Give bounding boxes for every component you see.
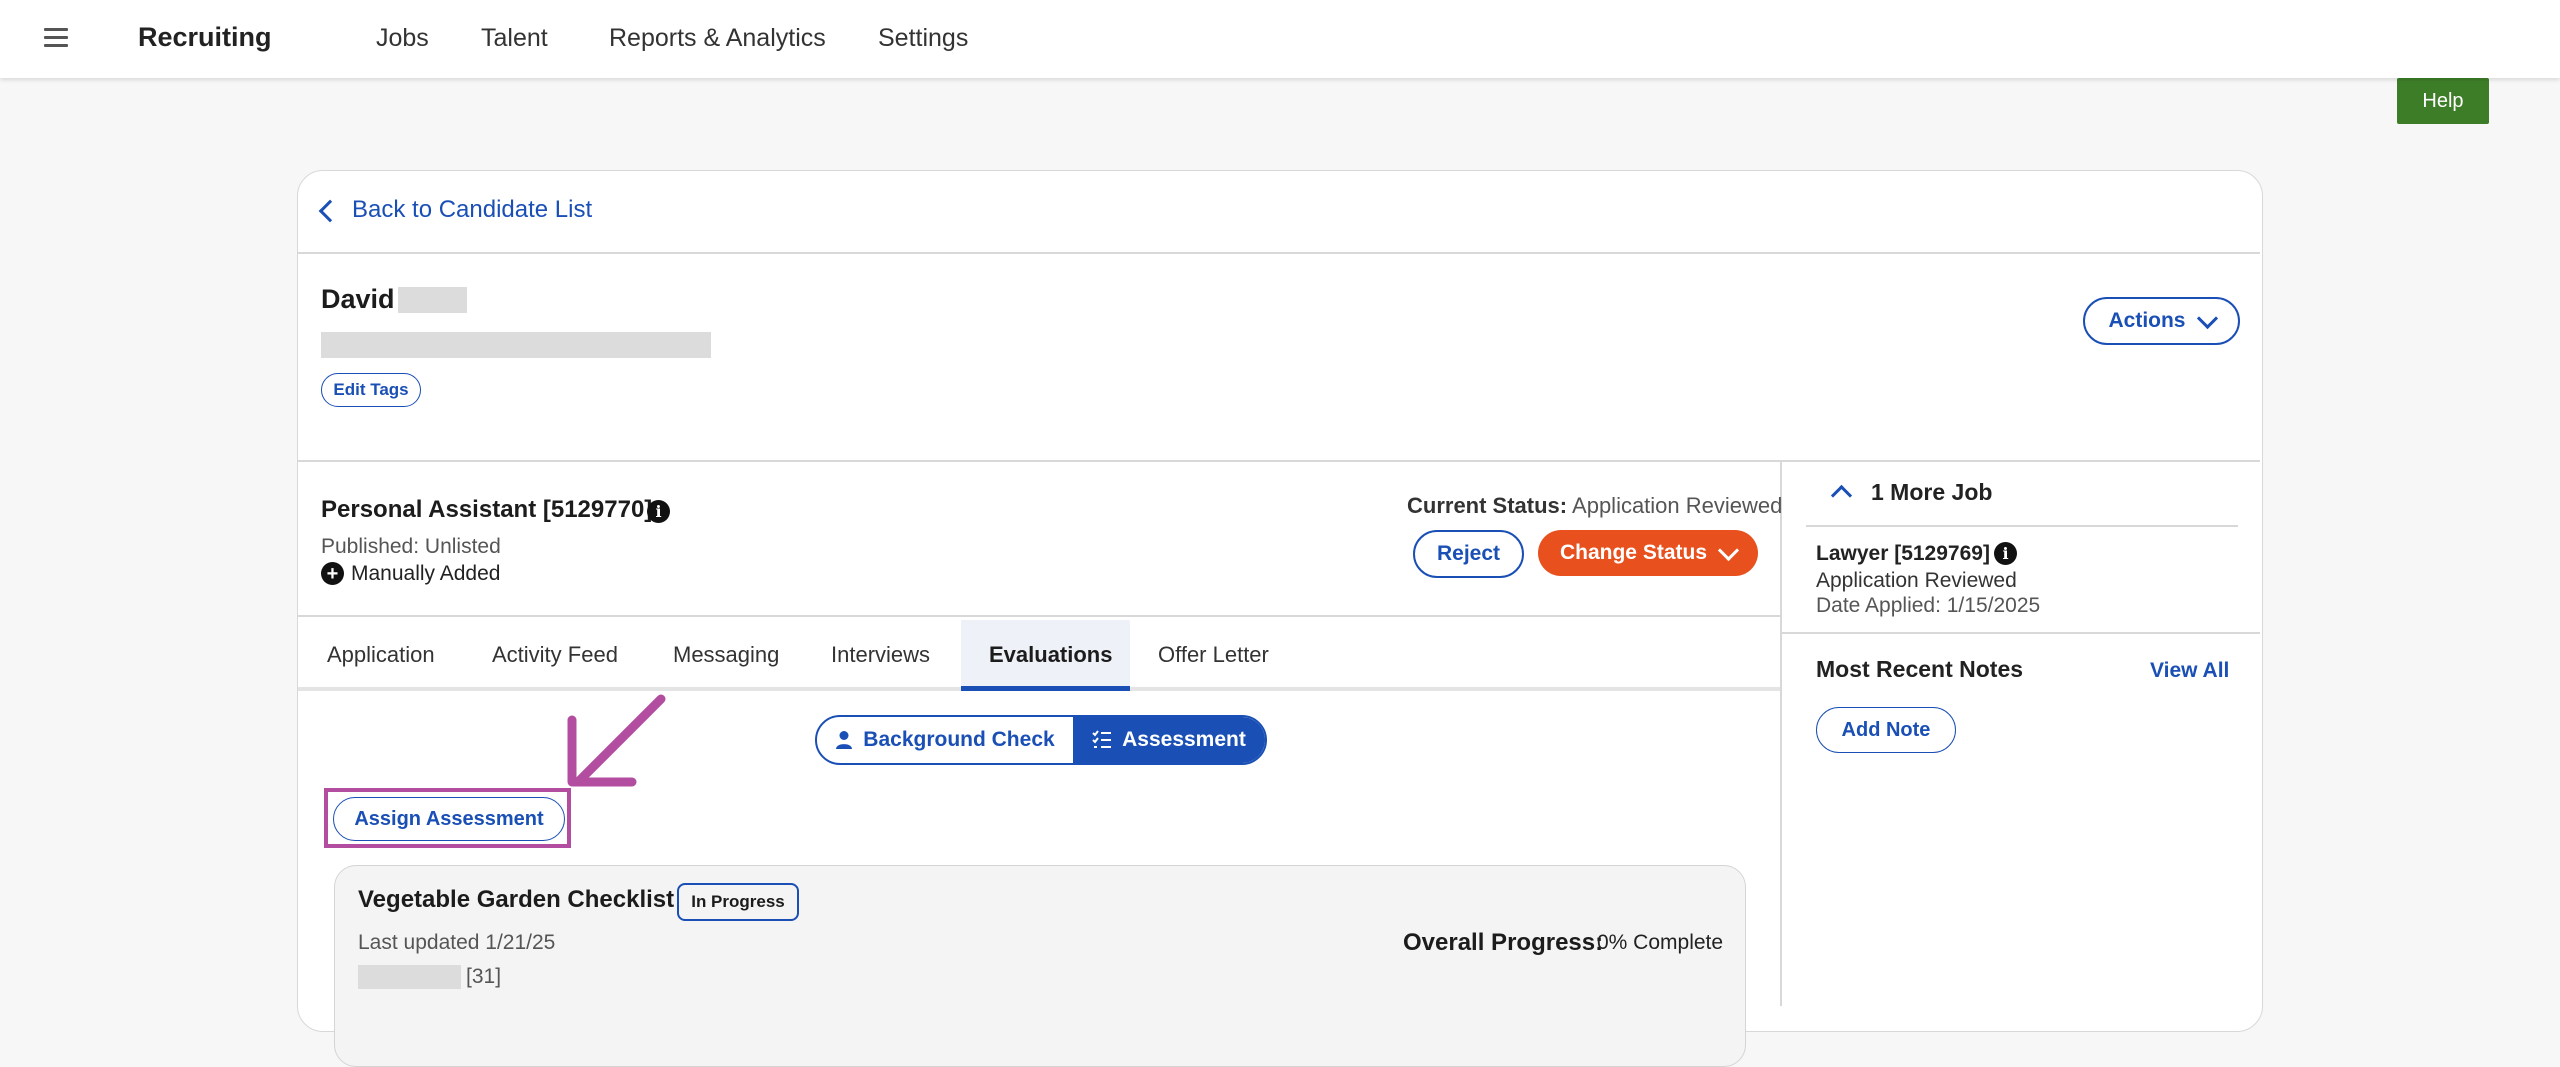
chevron-left-icon — [318, 199, 342, 223]
assessment-id-suffix: [31] — [466, 965, 502, 988]
current-status-value: Application Reviewed — [1572, 493, 1783, 518]
current-status: Current Status: Application Reviewed — [1407, 493, 1782, 519]
reject-button[interactable]: Reject — [1413, 530, 1524, 578]
actions-label: Actions — [2108, 309, 2186, 332]
divider — [298, 615, 1780, 617]
background-check-label: Background Check — [863, 728, 1055, 751]
back-link-label: Back to Candidate List — [352, 196, 593, 223]
nav-item-talent[interactable]: Talent — [481, 24, 548, 53]
candidate-name: David — [321, 284, 395, 314]
current-status-label: Current Status: — [1407, 493, 1568, 518]
background-check-option[interactable]: Background Check — [817, 717, 1073, 763]
redacted-last-name — [398, 287, 467, 313]
manually-added-label: Manually Added — [351, 562, 501, 585]
checklist-icon — [1092, 730, 1112, 748]
info-icon[interactable]: i — [1994, 542, 2017, 565]
hamburger-menu-icon[interactable] — [44, 26, 70, 50]
info-icon[interactable]: i — [647, 500, 670, 523]
chevron-down-icon — [1717, 539, 1740, 561]
add-note-button[interactable]: Add Note — [1816, 707, 1956, 753]
chevron-down-icon — [2196, 307, 2218, 329]
divider — [1782, 632, 2260, 634]
other-job-date-applied: Date Applied: 1/15/2025 — [1816, 594, 2041, 617]
person-icon — [836, 731, 853, 749]
divider — [298, 460, 2260, 462]
nav-item-jobs[interactable]: Jobs — [376, 24, 429, 53]
other-job-title[interactable]: Lawyer [5129769] — [1816, 542, 1990, 566]
actions-button[interactable]: Actions — [2083, 297, 2240, 345]
tab-offer-letter[interactable]: Offer Letter — [1158, 642, 1269, 668]
overall-progress-label: Overall Progress: — [1403, 929, 1604, 956]
change-status-label: Change Status — [1559, 541, 1708, 564]
change-status-button[interactable]: Change Status — [1538, 530, 1758, 576]
app-brand: Recruiting — [138, 22, 272, 52]
assessment-option[interactable]: Assessment — [1073, 717, 1265, 763]
chevron-up-icon — [1830, 484, 1853, 507]
other-job-status: Application Reviewed — [1816, 569, 2017, 592]
column-divider — [1780, 461, 1782, 1006]
tab-activity-feed[interactable]: Activity Feed — [492, 642, 618, 668]
redacted-candidate-details — [321, 332, 711, 358]
help-button[interactable]: Help — [2397, 78, 2489, 124]
tab-messaging[interactable]: Messaging — [673, 642, 779, 668]
divider — [298, 252, 2260, 254]
more-jobs-label: 1 More Job — [1871, 479, 1993, 505]
overall-progress-value: 0% Complete — [1597, 931, 1724, 954]
edit-tags-button[interactable]: Edit Tags — [321, 373, 421, 407]
tab-evaluations[interactable]: Evaluations — [989, 642, 1112, 668]
nav-item-settings[interactable]: Settings — [878, 24, 968, 53]
top-navigation-bar: Recruiting Jobs Talent Reports & Analyti… — [0, 0, 2560, 78]
redacted-assigner — [358, 965, 461, 989]
divider — [1806, 525, 2238, 527]
most-recent-notes-title: Most Recent Notes — [1816, 656, 2024, 682]
assign-assessment-button[interactable]: Assign Assessment — [333, 797, 565, 841]
published-status: Published: Unlisted — [321, 535, 501, 558]
assessment-label: Assessment — [1122, 728, 1246, 751]
tab-application[interactable]: Application — [327, 642, 435, 668]
job-title: Personal Assistant [5129770] — [321, 496, 653, 523]
tab-interviews[interactable]: Interviews — [831, 642, 930, 668]
active-tab-indicator — [961, 686, 1130, 691]
more-jobs-toggle[interactable]: 1 More Job — [1830, 479, 1993, 507]
evaluation-type-toggle: Background Check Assessment — [815, 715, 1267, 765]
annotation-arrow-icon — [567, 694, 666, 787]
back-to-candidate-list-link[interactable]: Back to Candidate List — [318, 196, 593, 224]
nav-item-reports-analytics[interactable]: Reports & Analytics — [609, 24, 826, 53]
last-updated: Last updated 1/21/25 — [358, 931, 556, 954]
view-all-notes-link[interactable]: View All — [2150, 659, 2229, 683]
plus-circle-icon: + — [321, 562, 344, 585]
assessment-title: Vegetable Garden Checklist — [358, 886, 675, 913]
status-badge: In Progress — [677, 883, 799, 921]
